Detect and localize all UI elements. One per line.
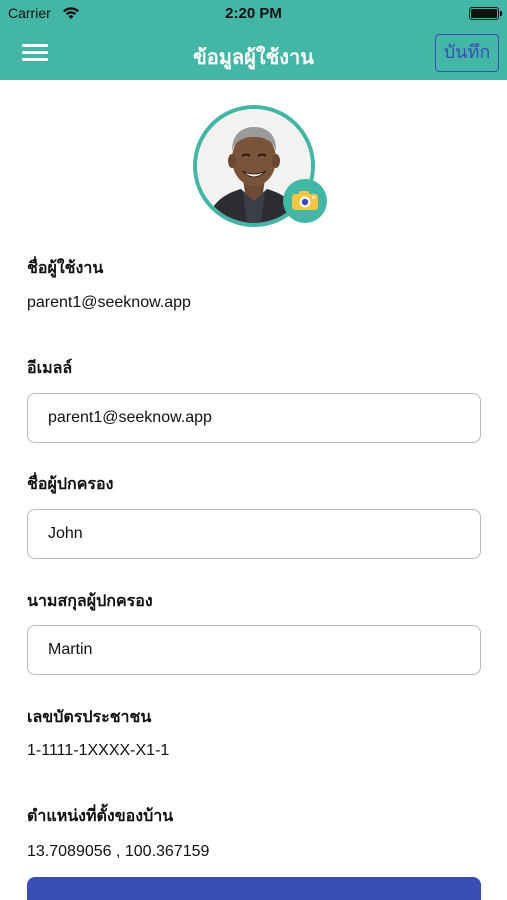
nav-bar: ข้อมูลผู้ใช้งาน บันทึก (0, 28, 507, 80)
page-title: ข้อมูลผู้ใช้งาน (193, 45, 314, 69)
first-name-label: ชื่อผู้ปกครอง (27, 474, 114, 493)
first-name-field[interactable]: John (27, 509, 481, 559)
email-field[interactable]: parent1@seeknow.app (27, 393, 481, 443)
username-label: ชื่อผู้ใช้งาน (27, 258, 104, 277)
camera-icon (292, 191, 318, 210)
last-name-label: นามสกุลผู้ปกครอง (27, 591, 153, 610)
camera-button[interactable] (283, 179, 327, 223)
id-card-label: เลขบัตรประชาชน (27, 707, 152, 726)
last-name-field[interactable]: Martin (27, 625, 481, 675)
save-button[interactable]: บันทึก (435, 34, 499, 72)
email-label: อีเมลล์ (27, 358, 73, 377)
bottom-action-button[interactable] (27, 877, 481, 900)
battery-icon (469, 7, 502, 20)
home-location-label: ตำแหน่งที่ตั้งของบ้าน (27, 806, 174, 825)
home-location-value: 13.7089056 , 100.367159 (27, 843, 210, 860)
username-value: parent1@seeknow.app (27, 294, 191, 311)
profile-avatar-section (193, 105, 327, 227)
status-time: 2:20 PM (225, 5, 282, 22)
status-bar: Carrier 2:20 PM (0, 0, 507, 28)
id-card-value: 1-1111-1XXXX-X1-1 (27, 742, 170, 759)
